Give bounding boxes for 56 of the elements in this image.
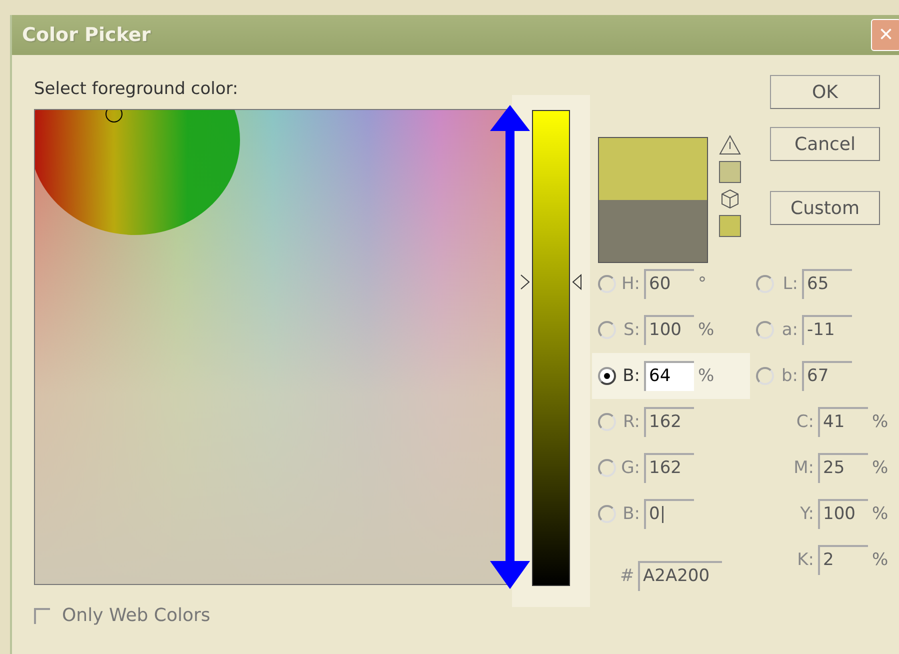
unit-label: % <box>872 504 890 524</box>
input-field[interactable]: 65 <box>802 269 852 299</box>
field-label: C: <box>795 412 814 432</box>
radio-button[interactable] <box>598 505 616 523</box>
radio-button[interactable] <box>756 321 774 339</box>
field-label: H: <box>620 274 640 294</box>
unit-label: % <box>698 320 716 340</box>
radio-button[interactable] <box>598 367 616 385</box>
web-colors-checkbox[interactable]: Only Web Colors <box>34 605 512 626</box>
radio-button[interactable] <box>598 275 616 293</box>
field-label: b: <box>780 366 798 386</box>
unit-label: % <box>872 412 890 432</box>
input-field[interactable]: 100 <box>644 315 694 345</box>
radio-button[interactable] <box>598 413 616 431</box>
dialog-button[interactable]: OK <box>770 75 880 109</box>
radio-button[interactable] <box>756 367 774 385</box>
field-label: M: <box>792 458 814 478</box>
window-title: Color Picker <box>22 24 151 46</box>
input-field[interactable]: 41 <box>818 407 868 437</box>
unit-label: % <box>872 550 890 570</box>
prompt-text: Select foreground color: <box>34 79 240 101</box>
radio-button[interactable] <box>756 275 774 293</box>
input-field[interactable]: 60 <box>644 269 694 299</box>
dialog-button[interactable]: Custom <box>770 191 880 225</box>
field-label: G: <box>620 458 640 478</box>
input-field[interactable]: 162 <box>644 407 694 437</box>
field-label: B: <box>622 366 640 386</box>
field-label: L: <box>782 274 798 294</box>
web-safe-swatch[interactable] <box>719 215 741 237</box>
warning-icon[interactable] <box>719 135 741 155</box>
input-field[interactable]: 2 <box>818 545 868 575</box>
input-field[interactable]: 25 <box>818 453 868 483</box>
field-label: K: <box>796 550 814 570</box>
dialog-button[interactable]: Cancel <box>770 127 880 161</box>
input-field[interactable]: 67 <box>802 361 852 391</box>
radio-button[interactable] <box>598 321 616 339</box>
field-label: R: <box>622 412 640 432</box>
input-field[interactable]: 100 <box>818 499 868 529</box>
field-label: Y: <box>799 504 814 524</box>
cube-icon[interactable] <box>720 189 740 209</box>
input-field[interactable]: 64 <box>644 361 694 391</box>
radio-button[interactable] <box>598 459 616 477</box>
field-label: # <box>620 566 634 586</box>
field-label: B: <box>622 504 640 524</box>
slider-handle[interactable] <box>521 274 581 289</box>
unit-label: % <box>872 458 890 478</box>
unit-label: ° <box>698 274 708 294</box>
field-label: a: <box>780 320 798 340</box>
input-field[interactable]: 162 <box>644 453 694 483</box>
unit-label: % <box>698 366 716 386</box>
gamut-swatch[interactable] <box>719 161 741 183</box>
input-field[interactable]: -11 <box>802 315 852 345</box>
input-field[interactable]: A2A200 <box>638 561 722 591</box>
double-arrow-icon <box>490 105 530 589</box>
input-field[interactable]: 0| <box>644 499 694 529</box>
field-label: S: <box>622 320 640 340</box>
